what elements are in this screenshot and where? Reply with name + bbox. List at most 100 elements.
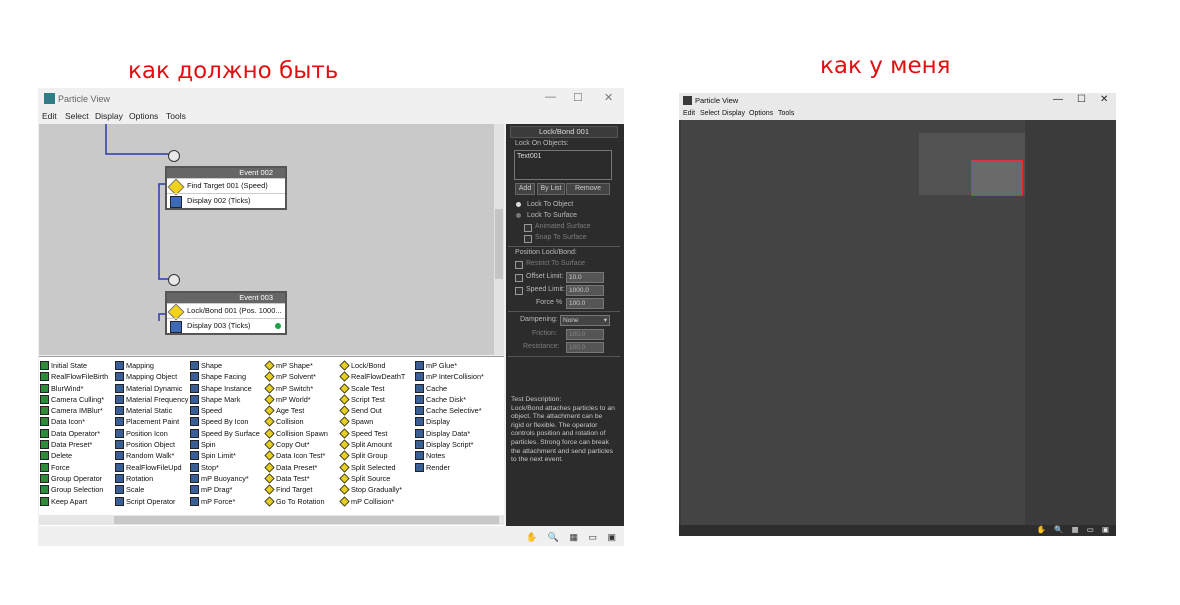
depot-item[interactable]: mP Switch*	[264, 383, 328, 394]
depot-item[interactable]: mP Solvent*	[264, 371, 328, 382]
depot-item[interactable]: Stop*	[189, 462, 260, 473]
maximize-button[interactable]: ☐	[1077, 94, 1086, 105]
depot-item[interactable]: Cache Selective*	[414, 405, 484, 416]
depot-item[interactable]: mP Shape*	[264, 360, 328, 371]
add-button[interactable]: Add	[515, 183, 535, 195]
depot-item[interactable]: Position Icon	[114, 428, 188, 439]
depot-item[interactable]: BlurWind*	[39, 383, 108, 394]
depot-item[interactable]: Lock/Bond	[339, 360, 405, 371]
depot-item[interactable]: RealFlowDeathT	[339, 371, 405, 382]
depot-item[interactable]: mP Collision*	[339, 496, 405, 507]
menu-select[interactable]: Select	[65, 111, 89, 121]
depot-item[interactable]: Stop Gradually*	[339, 484, 405, 495]
depot-item[interactable]: Display	[414, 416, 484, 427]
depot-item[interactable]: Cache	[414, 383, 484, 394]
depot-item[interactable]: mP Buoyancy*	[189, 473, 260, 484]
event-row[interactable]: Display 003 (Ticks)	[167, 318, 285, 333]
depot-item[interactable]: Data Operator*	[39, 428, 108, 439]
event-row[interactable]: Find Target 001 (Speed)	[167, 178, 285, 196]
minimize-button[interactable]: —	[1053, 94, 1063, 105]
dampening-dropdown[interactable]: None ▾	[560, 315, 610, 326]
force-spinner[interactable]: 100.0	[566, 298, 604, 309]
event-002-input-icon[interactable]	[168, 150, 180, 162]
menu-display[interactable]: Display	[95, 111, 123, 121]
depot-item[interactable]: Mapping Object	[114, 371, 188, 382]
particle-graph-area[interactable]	[681, 120, 1025, 525]
view-tools-icons[interactable]: ✋ 🔍 ▦ ▭ ▣	[526, 532, 620, 543]
lock-surface-radio[interactable]	[516, 213, 521, 218]
restrict-surface-checkbox[interactable]	[515, 261, 523, 269]
depot-item[interactable]: Data Preset*	[264, 462, 328, 473]
depot-item[interactable]: Speed By Surface	[189, 428, 260, 439]
depot-item[interactable]: Split Selected	[339, 462, 405, 473]
depot-item[interactable]: Collision Spawn	[264, 428, 328, 439]
depot-horizontal-scrollbar[interactable]	[39, 515, 504, 525]
menu-edit[interactable]: Edit	[42, 111, 57, 121]
depot-item[interactable]: Group Selection	[39, 484, 108, 495]
depot-item[interactable]: mP Force*	[189, 496, 260, 507]
depot-item[interactable]: Data Icon Test*	[264, 450, 328, 461]
depot-item[interactable]: Shape Mark	[189, 394, 260, 405]
event-003-input-icon[interactable]	[168, 274, 180, 286]
depot-item[interactable]: Split Group	[339, 450, 405, 461]
depot-item[interactable]: Collision	[264, 416, 328, 427]
menu-display[interactable]: Display	[722, 110, 745, 117]
depot-item[interactable]: Render	[414, 462, 484, 473]
snap-surface-checkbox[interactable]	[524, 235, 532, 243]
depot-item[interactable]: Copy Out*	[264, 439, 328, 450]
depot-item[interactable]: mP InterCollision*	[414, 371, 484, 382]
depot-item[interactable]: Display Script*	[414, 439, 484, 450]
depot-item[interactable]: Data Preset*	[39, 439, 108, 450]
depot-item[interactable]: Script Test	[339, 394, 405, 405]
resistance-spinner[interactable]: 100.0	[566, 342, 604, 353]
depot-item[interactable]: Scale	[114, 484, 188, 495]
depot-item[interactable]: Find Target	[264, 484, 328, 495]
view-tools-icons[interactable]: ✋ 🔍 ▦ ▭ ▣	[1037, 525, 1112, 534]
depot-item[interactable]: Material Static	[114, 405, 188, 416]
friction-spinner[interactable]: 100.0	[566, 329, 604, 340]
depot-item[interactable]: Speed By Icon	[189, 416, 260, 427]
depot-item[interactable]: Delete	[39, 450, 108, 461]
depot-item[interactable]: RealFlowFileUpd	[114, 462, 188, 473]
depot-item[interactable]: Material Frequency	[114, 394, 188, 405]
particle-graph-area[interactable]: Event 002 Find Target 001 (Speed) Displa…	[39, 124, 494, 355]
depot-item[interactable]: Placement Paint	[114, 416, 188, 427]
depot-item[interactable]: Spin Limit*	[189, 450, 260, 461]
depot-item[interactable]: Mapping	[114, 360, 188, 371]
animated-surface-checkbox[interactable]	[524, 224, 532, 232]
list-item[interactable]: Text001	[517, 153, 542, 160]
lock-object-radio[interactable]	[516, 202, 521, 207]
depot-item[interactable]: Initial State	[39, 360, 108, 371]
depot-item[interactable]: Keep Apart	[39, 496, 108, 507]
depot-item[interactable]: Split Source	[339, 473, 405, 484]
depot-item[interactable]: Go To Rotation	[264, 496, 328, 507]
depot-item[interactable]: Group Operator	[39, 473, 108, 484]
offset-limit-spinner[interactable]: 10.0	[566, 272, 604, 283]
depot-item[interactable]: Spawn	[339, 416, 405, 427]
depot-item[interactable]: mP World*	[264, 394, 328, 405]
speed-limit-spinner[interactable]: 1000.0	[566, 285, 604, 296]
depot-item[interactable]: Position Object	[114, 439, 188, 450]
depot-item[interactable]: Camera Culling*	[39, 394, 108, 405]
speed-limit-checkbox[interactable]	[515, 287, 523, 295]
depot-item[interactable]: Rotation	[114, 473, 188, 484]
depot-item[interactable]: Material Dynamic	[114, 383, 188, 394]
depot-item[interactable]: Shape	[189, 360, 260, 371]
depot-item[interactable]: Notes	[414, 450, 484, 461]
depot-item[interactable]: Split Amount	[339, 439, 405, 450]
close-button[interactable]: ✕	[604, 91, 613, 104]
menu-options[interactable]: Options	[749, 110, 773, 117]
depot-item[interactable]: Data Icon*	[39, 416, 108, 427]
depot-item[interactable]: Script Operator	[114, 496, 188, 507]
depot-item[interactable]: RealFlowFileBirth	[39, 371, 108, 382]
menu-edit[interactable]: Edit	[683, 110, 695, 117]
offset-limit-checkbox[interactable]	[515, 274, 523, 282]
depot-item[interactable]: mP Glue*	[414, 360, 484, 371]
depot-item[interactable]: Force	[39, 462, 108, 473]
by-list-button[interactable]: By List	[537, 183, 565, 195]
depot-item[interactable]: Shape Facing	[189, 371, 260, 382]
depot-item[interactable]: Camera IMBlur*	[39, 405, 108, 416]
depot-item[interactable]: mP Drag*	[189, 484, 260, 495]
depot-item[interactable]: Spin	[189, 439, 260, 450]
rollout-title[interactable]: Lock/Bond 001	[510, 126, 618, 138]
